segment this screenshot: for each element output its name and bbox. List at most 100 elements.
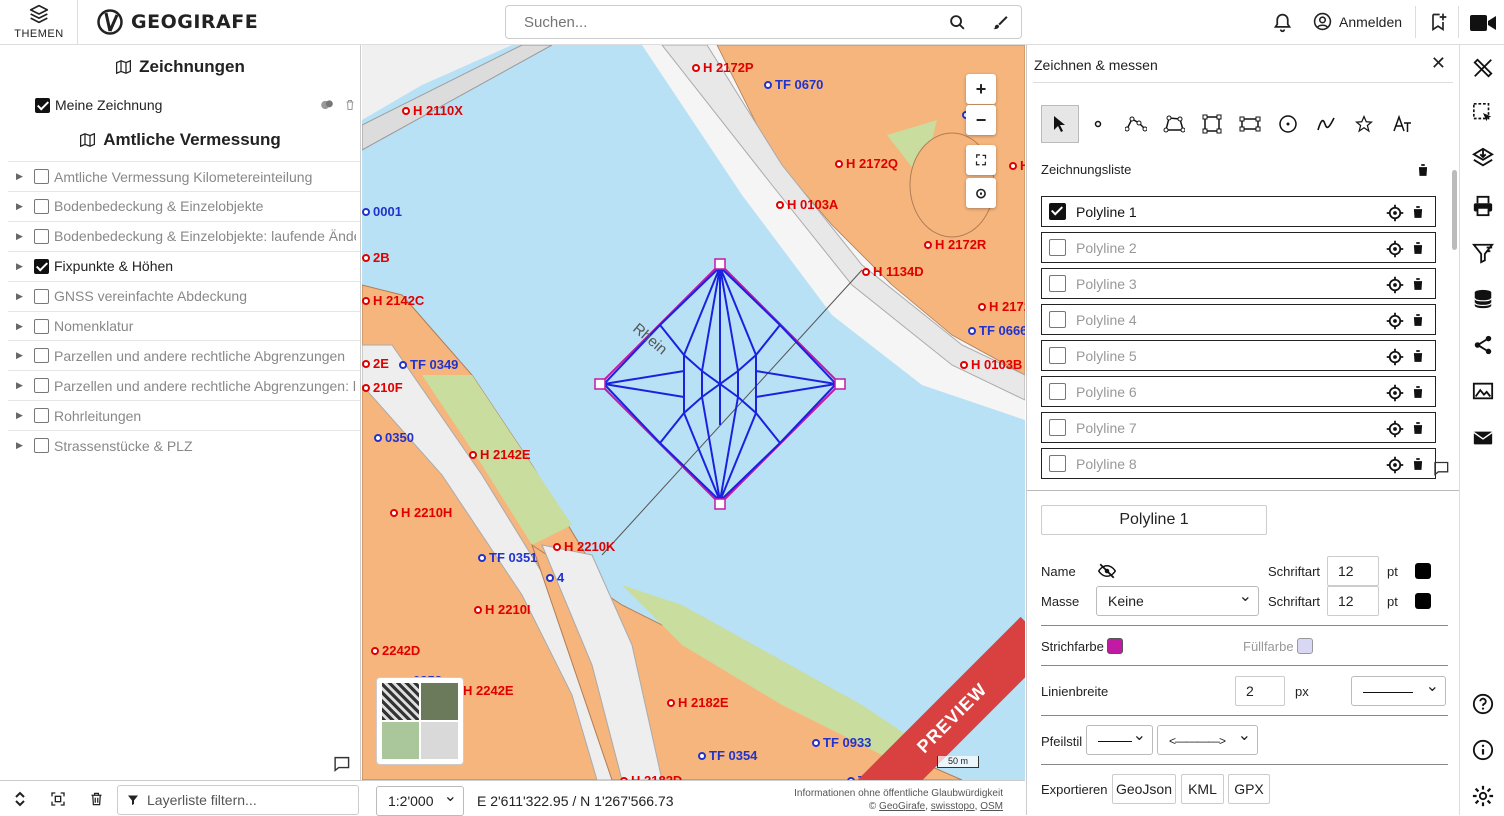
layer-row[interactable]: ▶ Fixpunkte & Höhen <box>8 250 360 281</box>
map-point-label[interactable]: 4 <box>546 570 564 585</box>
map-point-label[interactable]: TF 0666 <box>968 323 1025 338</box>
map-point-label[interactable]: H 2142E <box>469 447 531 462</box>
expand-arrow-icon[interactable]: ▶ <box>16 440 26 451</box>
basemap-thumb-topo[interactable] <box>382 722 419 759</box>
polyline-checkbox[interactable] <box>1049 311 1066 328</box>
feedback-icon[interactable] <box>333 756 350 772</box>
name-font-size-input[interactable]: 12 <box>1327 556 1379 586</box>
delete-icon[interactable] <box>1411 420 1425 436</box>
name-color-swatch[interactable] <box>1415 563 1431 579</box>
brush-icon[interactable] <box>992 14 1009 31</box>
database-icon[interactable] <box>1472 288 1494 310</box>
zoom-out-button[interactable]: − <box>966 105 996 135</box>
layer-checkbox[interactable] <box>34 318 49 334</box>
expand-arrow-icon[interactable]: ▶ <box>16 231 26 242</box>
layer-checkbox[interactable] <box>34 169 49 184</box>
basemap-thumb-aerial[interactable] <box>421 683 458 720</box>
square-tool-button[interactable] <box>1193 105 1231 143</box>
map-point-label[interactable]: H 2182E <box>667 695 729 710</box>
layer-row[interactable]: ▶ Bodenbedeckung & Einzelobjekte: laufend… <box>8 220 360 251</box>
map-point-label[interactable]: TF 0670 <box>764 77 823 92</box>
basemap-thumb-plan[interactable] <box>382 683 419 720</box>
export-gpx-button[interactable]: GPX <box>1228 774 1270 804</box>
expand-arrow-icon[interactable]: ▶ <box>16 410 26 421</box>
line-style-select[interactable] <box>1351 673 1446 706</box>
drawn-polyline[interactable] <box>594 258 846 510</box>
delete-icon[interactable] <box>1411 348 1425 364</box>
polyline-row[interactable]: Polyline 6 <box>1041 376 1436 407</box>
layer-checkbox[interactable] <box>34 258 49 274</box>
map-point-label[interactable]: H 2172 <box>978 299 1025 314</box>
search-icon[interactable] <box>949 14 966 31</box>
basemap-switcher[interactable] <box>376 677 464 765</box>
notifications-bell-icon[interactable] <box>1272 12 1293 33</box>
locate-me-button[interactable]: ⊙ <box>966 178 996 208</box>
delete-icon[interactable] <box>1411 240 1425 256</box>
delete-icon[interactable] <box>1411 384 1425 400</box>
layer-checkbox[interactable] <box>34 438 49 454</box>
fill-color-swatch[interactable] <box>1297 638 1313 654</box>
print-icon[interactable] <box>1472 195 1494 217</box>
expand-arrow-icon[interactable]: ▶ <box>16 380 26 391</box>
expand-arrow-icon[interactable]: ▶ <box>16 171 26 182</box>
bookmark-add-icon[interactable] <box>1428 11 1448 33</box>
info-icon[interactable] <box>1472 739 1494 761</box>
polyline-checkbox[interactable] <box>1049 383 1066 400</box>
polyline-checkbox[interactable] <box>1049 455 1066 472</box>
delete-icon[interactable] <box>1411 312 1425 328</box>
map-point-label[interactable]: H 2172P <box>692 60 754 75</box>
delete-icon[interactable] <box>344 98 356 112</box>
locate-icon[interactable] <box>1386 456 1404 474</box>
basemap-thumb-grey[interactable] <box>421 722 458 759</box>
map-point-label[interactable]: H 0103B <box>960 357 1022 372</box>
line-tool-button[interactable] <box>1117 105 1155 143</box>
map-point-label[interactable]: TF 0354 <box>698 748 757 763</box>
map-point-label[interactable]: 2E <box>362 356 389 371</box>
delete-icon[interactable] <box>1411 276 1425 292</box>
layer-row[interactable]: ▶ Nomenklatur <box>8 310 360 341</box>
point-tool-button[interactable] <box>1079 105 1117 143</box>
map-point-label[interactable]: H 2172Q <box>835 156 898 171</box>
expand-collapse-icon[interactable] <box>14 791 26 807</box>
themen-button[interactable]: THEMEN <box>0 0 78 45</box>
layer-checkbox[interactable] <box>34 348 49 364</box>
delete-icon[interactable] <box>1411 204 1425 220</box>
polyline-row[interactable]: Polyline 5 <box>1041 340 1436 371</box>
login-button[interactable]: Anmelden <box>1313 12 1402 31</box>
polyline-checkbox[interactable] <box>1049 239 1066 256</box>
close-panel-button[interactable]: ✕ <box>1431 53 1446 74</box>
locate-icon[interactable] <box>1386 204 1404 222</box>
attribution-link-swisstopo[interactable]: swisstopo <box>931 801 975 812</box>
expand-arrow-icon[interactable]: ▶ <box>16 350 26 361</box>
polyline-row[interactable]: Polyline 2 <box>1041 232 1436 263</box>
zoom-in-button[interactable]: + <box>966 74 996 104</box>
scale-select[interactable]: 1:2'000 <box>376 783 464 816</box>
masse-font-size-input[interactable]: 12 <box>1327 586 1379 616</box>
layer-filter-input[interactable]: Layerliste filtern... <box>117 785 359 815</box>
select-area-icon[interactable] <box>1472 102 1494 124</box>
layer-row[interactable]: ▶ Parzellen und andere rechtliche Abgrenz… <box>8 340 360 370</box>
layer-checkbox[interactable] <box>34 378 49 394</box>
map-point-label[interactable]: 210F <box>362 380 403 395</box>
locate-icon[interactable] <box>1386 348 1404 366</box>
eye-slash-icon[interactable] <box>1098 563 1116 579</box>
map-point-label[interactable]: H 2210I <box>474 602 531 617</box>
map-point-label[interactable]: H 2182D <box>620 773 682 780</box>
polyline-checkbox[interactable] <box>1049 203 1066 220</box>
attribution-link-osm[interactable]: OSM <box>980 801 1003 812</box>
polygon-tool-button[interactable] <box>1155 105 1193 143</box>
app-logo[interactable]: GEOGIRAFE <box>97 9 258 35</box>
freehand-tool-button[interactable] <box>1307 105 1345 143</box>
map-point-label[interactable]: H 2142C <box>362 293 424 308</box>
expand-arrow-icon[interactable]: ▶ <box>16 321 26 332</box>
stroke-color-swatch[interactable] <box>1107 638 1123 654</box>
map-point-label[interactable]: H <box>1009 158 1025 173</box>
map-point-label[interactable]: H 0103A <box>776 197 838 212</box>
map-point-label[interactable]: TF 0349 <box>399 357 458 372</box>
layer-checkbox[interactable] <box>34 408 49 424</box>
map-point-label[interactable]: 2242D <box>371 643 420 658</box>
help-icon[interactable] <box>1472 693 1494 715</box>
expand-arrow-icon[interactable]: ▶ <box>16 291 26 302</box>
layer-row[interactable]: ▶ Parzellen und andere rechtliche Abgrenz… <box>8 370 360 400</box>
layer-row[interactable]: ▶ Bodenbedeckung & Einzelobjekte <box>8 190 360 221</box>
